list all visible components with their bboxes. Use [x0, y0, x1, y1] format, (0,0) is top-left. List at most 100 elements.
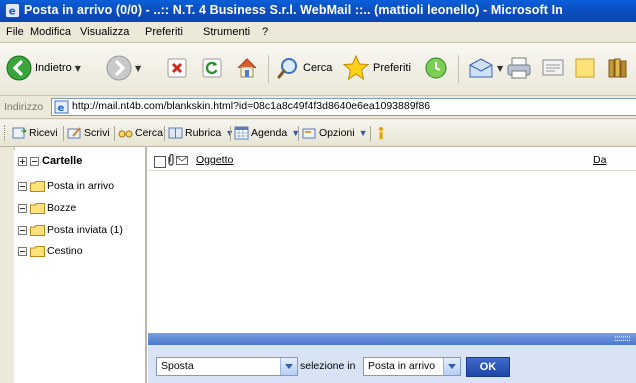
folder-icon: [30, 224, 45, 236]
receive-label: Ricevi: [29, 127, 58, 139]
back-label: Indietro: [35, 62, 72, 74]
select-all-checkbox[interactable]: [154, 156, 166, 168]
agenda-label: Agenda: [251, 127, 288, 139]
collapse-icon[interactable]: [18, 203, 27, 213]
folder-tree-header[interactable]: Cartelle: [18, 155, 82, 167]
menu-preferiti[interactable]: Preferiti: [145, 26, 183, 38]
options-button[interactable]: Opzioni ▼: [302, 125, 368, 141]
list-resize-strip[interactable]: ::::::::: [148, 333, 636, 345]
ok-button[interactable]: OK: [466, 357, 510, 377]
options-label: Opzioni: [319, 127, 355, 139]
ie-window-icon: e: [5, 3, 20, 18]
stop-button[interactable]: [166, 53, 188, 83]
addressbook-button[interactable]: Rubrica ▼: [168, 125, 234, 141]
print-button[interactable]: [506, 53, 532, 83]
toolbar-separator: [298, 126, 299, 141]
info-button[interactable]: [375, 125, 387, 141]
forward-dropdown-icon[interactable]: ▼: [135, 64, 141, 73]
folders-title: Cartelle: [42, 155, 83, 167]
binoculars-icon: [118, 130, 133, 138]
webmail-toolbar: Ricevi Scrivi Cerca Rubrica ▼: [0, 120, 636, 147]
toolbar-separator: [370, 126, 371, 141]
collapse-icon[interactable]: [18, 246, 27, 256]
resize-grip-icon[interactable]: ::::::::: [614, 334, 631, 344]
address-bar: Indirizzo e http://mail.nt4b.com/blanksk…: [0, 96, 636, 119]
standard-toolbar: Indietro ▼ ▼ Cerca Preferiti ▼: [0, 43, 636, 96]
message-list: Oggetto Da: [148, 150, 636, 345]
menu-modifica[interactable]: Modifica: [30, 26, 71, 38]
home-icon: [237, 58, 257, 78]
address-input[interactable]: e http://mail.nt4b.com/blankskin.html?id…: [51, 98, 636, 116]
envelope-icon[interactable]: [176, 156, 188, 165]
target-folder-dropdown-icon[interactable]: [443, 358, 460, 375]
menu-strumenti[interactable]: Strumenti: [203, 26, 250, 38]
addressbook-label: Rubrica: [185, 127, 222, 139]
options-dropdown-icon[interactable]: ▼: [359, 128, 368, 138]
write-button[interactable]: Scrivi: [67, 125, 110, 141]
folder-open-icon: [30, 180, 45, 192]
column-subject[interactable]: Oggetto: [196, 154, 233, 166]
folder-item-inbox[interactable]: Posta in arrivo: [18, 178, 114, 194]
write-label: Scrivi: [84, 127, 110, 139]
expand-all-icon[interactable]: [18, 156, 27, 166]
favorites-button[interactable]: Preferiti: [342, 53, 411, 83]
title-bar[interactable]: e Posta in arrivo (0/0) - ..:: N.T. 4 Bu…: [0, 0, 636, 22]
agenda-button[interactable]: Agenda ▼: [234, 125, 300, 141]
back-arrow-icon: [6, 55, 32, 81]
search-tool-button[interactable]: Cerca: [118, 125, 163, 141]
receive-button[interactable]: Ricevi: [12, 125, 58, 141]
action-select-dropdown-icon[interactable]: [280, 358, 297, 375]
search-icon: [277, 58, 297, 79]
folder-tree: Cartelle Posta in arrivo Bozze Posta inv…: [14, 150, 144, 383]
folder-label: Bozze: [47, 202, 77, 214]
folder-label: Cestino: [47, 245, 83, 257]
folder-icon: [30, 245, 45, 257]
folder-item-trash[interactable]: Cestino: [18, 243, 83, 259]
folder-item-sent[interactable]: Posta inviata (1): [18, 222, 123, 238]
pane-splitter[interactable]: [145, 147, 147, 383]
addressbook-icon: [168, 127, 183, 139]
forward-arrow-icon: [106, 55, 132, 81]
target-folder-select[interactable]: Posta in arrivo: [363, 357, 461, 376]
favorites-label: Preferiti: [373, 62, 411, 74]
folder-item-drafts[interactable]: Bozze: [18, 200, 76, 216]
mail-button[interactable]: ▼: [468, 53, 503, 83]
menu-help[interactable]: ?: [262, 26, 268, 38]
collapse-icon[interactable]: [18, 181, 27, 191]
toolbar-grip[interactable]: [4, 125, 8, 141]
discuss-button[interactable]: [574, 53, 596, 83]
print-icon: [507, 57, 531, 79]
messenger-button[interactable]: [606, 53, 630, 83]
collapse-icon[interactable]: [18, 225, 27, 235]
home-button[interactable]: [235, 53, 259, 83]
stop-icon: [167, 58, 187, 78]
toolbar-separator: [230, 126, 231, 141]
history-button[interactable]: [424, 53, 448, 83]
attachment-icon[interactable]: [167, 154, 175, 166]
toolbar-separator: [268, 55, 269, 83]
note-icon: [575, 58, 595, 78]
column-from[interactable]: Da: [593, 154, 606, 166]
refresh-button[interactable]: [201, 53, 223, 83]
action-select[interactable]: Sposta: [156, 357, 298, 376]
search-button[interactable]: Cerca: [276, 53, 332, 83]
toolbar-separator: [164, 126, 165, 141]
forward-button[interactable]: ▼: [106, 53, 141, 83]
refresh-icon: [202, 58, 222, 78]
svg-text:e: e: [58, 103, 65, 114]
calendar-icon: [234, 126, 249, 140]
window-title: Posta in arrivo (0/0) - ..:: N.T. 4 Busi…: [24, 3, 563, 17]
back-dropdown-icon[interactable]: ▼: [75, 64, 81, 73]
folder-label: Posta in arrivo: [47, 180, 115, 192]
menu-file[interactable]: File: [6, 26, 24, 38]
toolbar-separator: [458, 55, 459, 83]
search-tool-label: Cerca: [135, 127, 164, 139]
collapse-all-icon[interactable]: [30, 156, 39, 166]
edit-button[interactable]: [541, 53, 565, 83]
info-icon: [379, 127, 383, 139]
page-icon: e: [54, 100, 69, 114]
menu-visualizza[interactable]: Visualizza: [80, 26, 129, 38]
folder-label: Posta inviata (1): [47, 224, 123, 236]
mail-dropdown-icon[interactable]: ▼: [497, 64, 503, 73]
back-button[interactable]: Indietro ▼: [6, 53, 81, 83]
